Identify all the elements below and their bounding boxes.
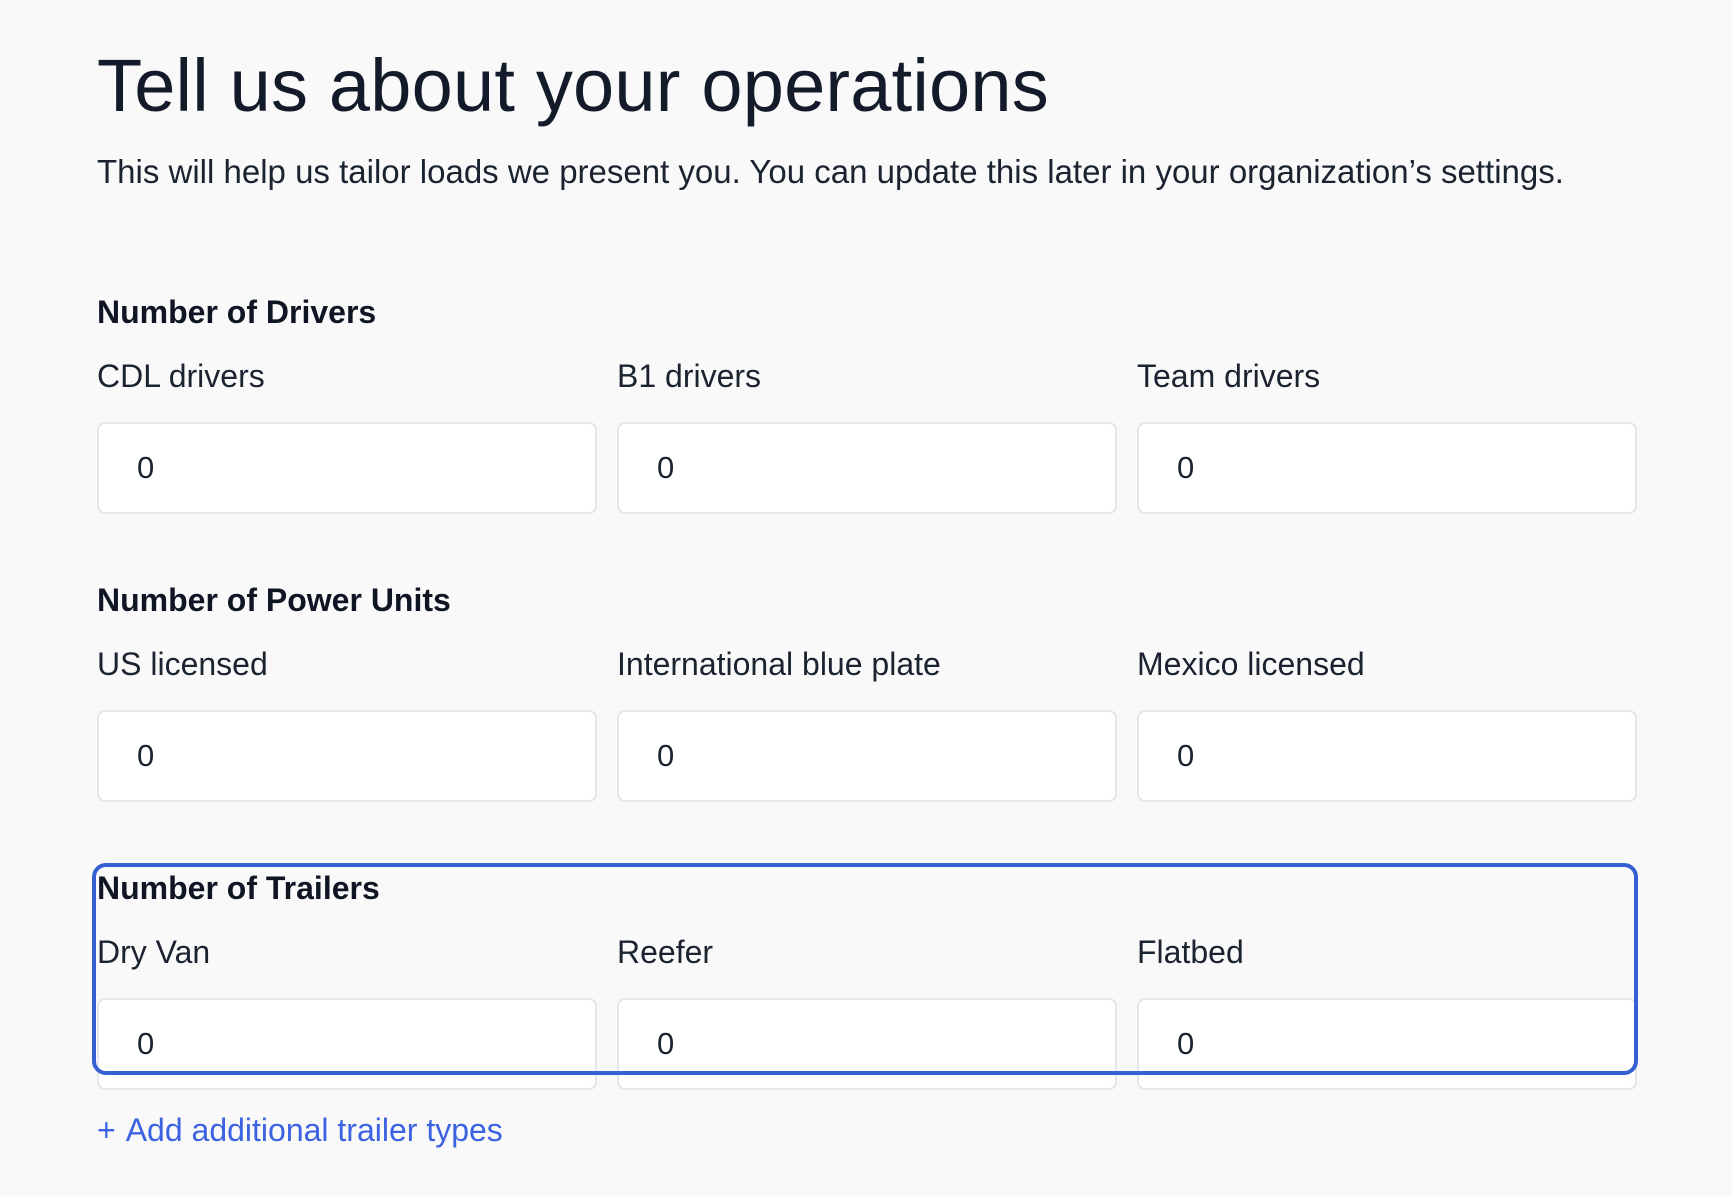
field-team-drivers: Team drivers: [1137, 356, 1637, 514]
page-title: Tell us about your operations: [97, 44, 1049, 127]
field-flatbed: Flatbed: [1137, 932, 1637, 1090]
label-flatbed: Flatbed: [1137, 934, 1244, 970]
label-b1-drivers: B1 drivers: [617, 358, 762, 394]
trailers-fields: Dry Van Reefer Flatbed: [97, 932, 1637, 1090]
b1-drivers-input[interactable]: [617, 422, 1117, 514]
mexico-licensed-input[interactable]: [1137, 710, 1637, 802]
reefer-input[interactable]: [617, 998, 1117, 1090]
field-cdl-drivers: CDL drivers: [97, 356, 597, 514]
drivers-section: Number of Drivers CDL drivers B1 drivers…: [97, 292, 1637, 514]
cdl-drivers-input[interactable]: [97, 422, 597, 514]
section-title-power-units: Number of Power Units: [97, 582, 451, 618]
team-drivers-input[interactable]: [1137, 422, 1637, 514]
add-trailer-types-label: Add additional trailer types: [125, 1112, 503, 1148]
field-mexico-licensed: Mexico licensed: [1137, 644, 1637, 802]
page-subtitle: This will help us tailor loads we presen…: [97, 153, 1564, 190]
label-mexico-licensed: Mexico licensed: [1137, 646, 1365, 682]
label-cdl-drivers: CDL drivers: [97, 358, 265, 394]
dry-van-input[interactable]: [97, 998, 597, 1090]
section-title-trailers: Number of Trailers: [97, 870, 380, 906]
operations-form: Tell us about your operations This will …: [92, 40, 1638, 1148]
label-reefer: Reefer: [617, 934, 714, 970]
field-international-blue-plate: International blue plate: [617, 644, 1117, 802]
section-title-drivers: Number of Drivers: [97, 294, 377, 330]
label-team-drivers: Team drivers: [1137, 358, 1321, 394]
field-us-licensed: US licensed: [97, 644, 597, 802]
drivers-fields: CDL drivers B1 drivers Team drivers: [97, 356, 1637, 514]
add-trailer-types-link[interactable]: + Add additional trailer types: [97, 1110, 503, 1150]
label-dry-van: Dry Van: [97, 934, 211, 970]
label-international-blue-plate: International blue plate: [617, 646, 941, 682]
trailers-section: Number of Trailers Dry Van Reefer Flatbe…: [92, 863, 1638, 1090]
power-units-section: Number of Power Units US licensed Intern…: [97, 580, 1637, 802]
field-dry-van: Dry Van: [97, 932, 597, 1090]
plus-icon: +: [97, 1112, 116, 1148]
international-blue-plate-input[interactable]: [617, 710, 1117, 802]
label-us-licensed: US licensed: [97, 646, 268, 682]
field-reefer: Reefer: [617, 932, 1117, 1090]
us-licensed-input[interactable]: [97, 710, 597, 802]
field-b1-drivers: B1 drivers: [617, 356, 1117, 514]
flatbed-input[interactable]: [1137, 998, 1637, 1090]
power-units-fields: US licensed International blue plate Mex…: [97, 644, 1637, 802]
